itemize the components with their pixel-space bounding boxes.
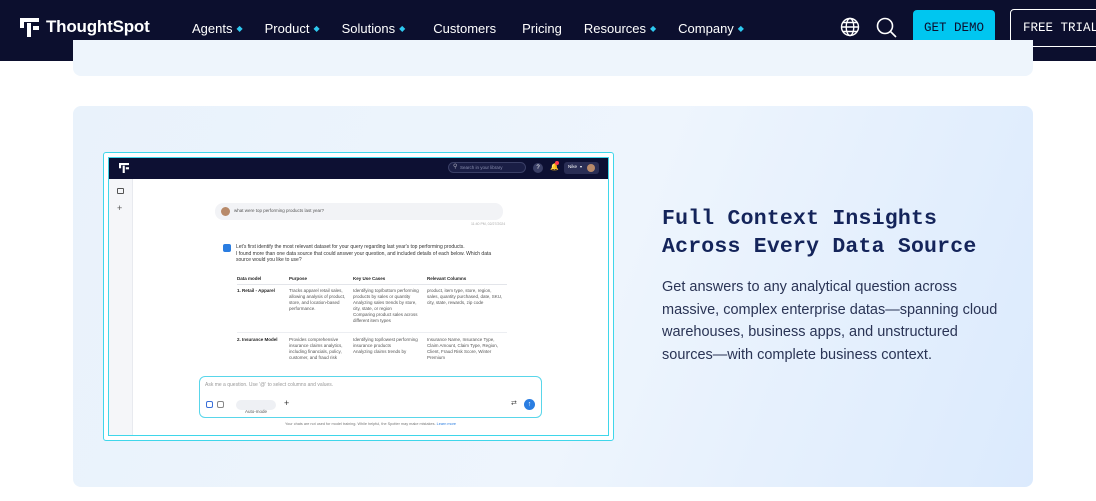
- spotter-avatar-icon: [223, 244, 231, 252]
- nav-item-label: Product: [264, 20, 310, 36]
- prompt-box[interactable]: Ask me a question. Use '@' to select col…: [199, 376, 542, 418]
- mode-label: Auto-mode: [244, 409, 267, 414]
- relevant-columns-text: Insurance Name, Insurance Type, Claim Am…: [427, 337, 498, 361]
- timestamp: 11:40 PM, 02/27/2024: [471, 222, 506, 226]
- use-case-item: Identifying top/bottom performing produc…: [353, 288, 419, 300]
- dropdown-indicator-icon: ◆: [236, 23, 243, 33]
- nav-item-agents[interactable]: Agents ◆: [192, 21, 243, 36]
- nav-item-label: Solutions: [341, 20, 396, 36]
- nav-item-pricing[interactable]: Pricing: [522, 21, 562, 36]
- learn-more-link[interactable]: Learn more: [437, 422, 456, 426]
- ai-response: Let's first identify the most relevant d…: [236, 244, 506, 263]
- settings-icon[interactable]: ⇄: [511, 399, 517, 407]
- table-row[interactable]: 2. Insurance Model Provides comprehensiv…: [237, 333, 507, 373]
- user-question-text: what were top performing products last y…: [234, 208, 325, 213]
- nav-item-company[interactable]: Company ◆: [678, 21, 744, 36]
- nav-item-customers[interactable]: Customers: [433, 21, 496, 36]
- relevant-columns-text: product, item type, store, region, sales…: [427, 288, 503, 306]
- feature-description: Get answers to any analytical question a…: [662, 279, 998, 363]
- feature-title: Full Context Insights Across Every Data …: [662, 207, 977, 259]
- data-model-name: 2. Insurance Model: [237, 337, 278, 342]
- user-menu[interactable]: Nike ▾: [564, 162, 599, 174]
- use-case-item: Comparing product sales across different…: [353, 312, 418, 324]
- notification-dot: [555, 161, 559, 165]
- app-sidebar: +: [109, 179, 133, 435]
- search-icon: ⚲: [453, 164, 458, 170]
- column-header: Purpose: [289, 276, 308, 281]
- disclaimer: Your chats are not used for model traini…: [199, 422, 542, 426]
- product-screenshot: ⚲ Search in your library ? 🔔 Nike ▾ + wh…: [108, 157, 609, 436]
- app-logo-icon: [119, 163, 129, 173]
- nav-item-product[interactable]: Product ◆: [265, 21, 320, 36]
- column-header: Key Use Cases: [353, 276, 386, 281]
- prompt-placeholder: Ask me a question. Use '@' to select col…: [205, 382, 334, 388]
- sidebar-toggle-icon[interactable]: [117, 188, 124, 194]
- search-icon[interactable]: [876, 17, 897, 38]
- data-model-table: Data model Purpose Key Use Cases Relevan…: [237, 276, 507, 373]
- attachment-icon[interactable]: [206, 401, 213, 408]
- column-header: Relevant Columns: [427, 276, 467, 281]
- use-case-item: Analyzing claims trends by: [353, 349, 407, 355]
- app-search-input[interactable]: ⚲ Search in your library: [448, 162, 526, 173]
- nav-item-label: Company: [678, 20, 734, 36]
- mode-selector[interactable]: Auto-mode: [236, 400, 276, 414]
- thoughtspot-logo-icon: [20, 17, 39, 37]
- dropdown-indicator-icon: ◆: [399, 23, 406, 33]
- avatar: [221, 207, 230, 216]
- disclaimer-text: Your chats are not used for model traini…: [284, 422, 436, 426]
- ai-intro-text: Let's first identify the most relevant d…: [236, 244, 465, 250]
- column-header: Data model: [237, 276, 262, 281]
- image-icon[interactable]: [217, 401, 224, 408]
- purpose-text: Tracks apparel retail sales, allowing an…: [289, 288, 346, 312]
- nav-item-resources[interactable]: Resources ◆: [584, 21, 656, 36]
- table-row[interactable]: 1. Retail - Apparel Tracks apparel retai…: [237, 285, 507, 333]
- globe-icon[interactable]: [840, 17, 860, 37]
- purpose-text: Provides comprehensive insurance claims …: [289, 337, 343, 361]
- send-button[interactable]: ↑: [524, 399, 535, 410]
- user-question-bubble: what were top performing products last y…: [215, 203, 503, 220]
- use-case-item: Identifying top/lowest performing insura…: [353, 337, 418, 349]
- logo[interactable]: ThoughtSpot: [20, 17, 150, 37]
- use-case-item: Analyzing sales trends by store, city, s…: [353, 300, 417, 312]
- data-model-name: 1. Retail - Apparel: [237, 288, 275, 293]
- help-icon[interactable]: ?: [533, 163, 543, 173]
- nav-item-label: Agents: [192, 20, 233, 36]
- nav-item-solutions[interactable]: Solutions ◆: [342, 21, 406, 36]
- nav-item-label: Customers: [433, 20, 497, 36]
- logo-text: ThoughtSpot: [46, 17, 150, 36]
- search-placeholder: Search in your library: [460, 164, 503, 170]
- dropdown-indicator-icon: ◆: [313, 23, 320, 33]
- previous-card-bottom: [73, 40, 1033, 76]
- table-header: Data model Purpose Key Use Cases Relevan…: [237, 276, 507, 285]
- app-header: ⚲ Search in your library ? 🔔 Nike ▾: [109, 158, 608, 179]
- ai-intro-text-2: I found more than one data source that c…: [236, 251, 492, 263]
- nav-item-label: Pricing: [522, 20, 562, 36]
- user-name: Nike: [568, 164, 578, 169]
- dropdown-indicator-icon: ◆: [650, 23, 657, 33]
- add-icon[interactable]: +: [284, 398, 289, 408]
- avatar: [587, 164, 595, 172]
- new-chat-icon[interactable]: +: [117, 204, 122, 213]
- nav-item-label: Resources: [583, 20, 646, 36]
- chevron-down-icon: ▾: [580, 164, 583, 169]
- product-screenshot-frame: ⚲ Search in your library ? 🔔 Nike ▾ + wh…: [103, 152, 614, 441]
- dropdown-indicator-icon: ◆: [737, 23, 744, 33]
